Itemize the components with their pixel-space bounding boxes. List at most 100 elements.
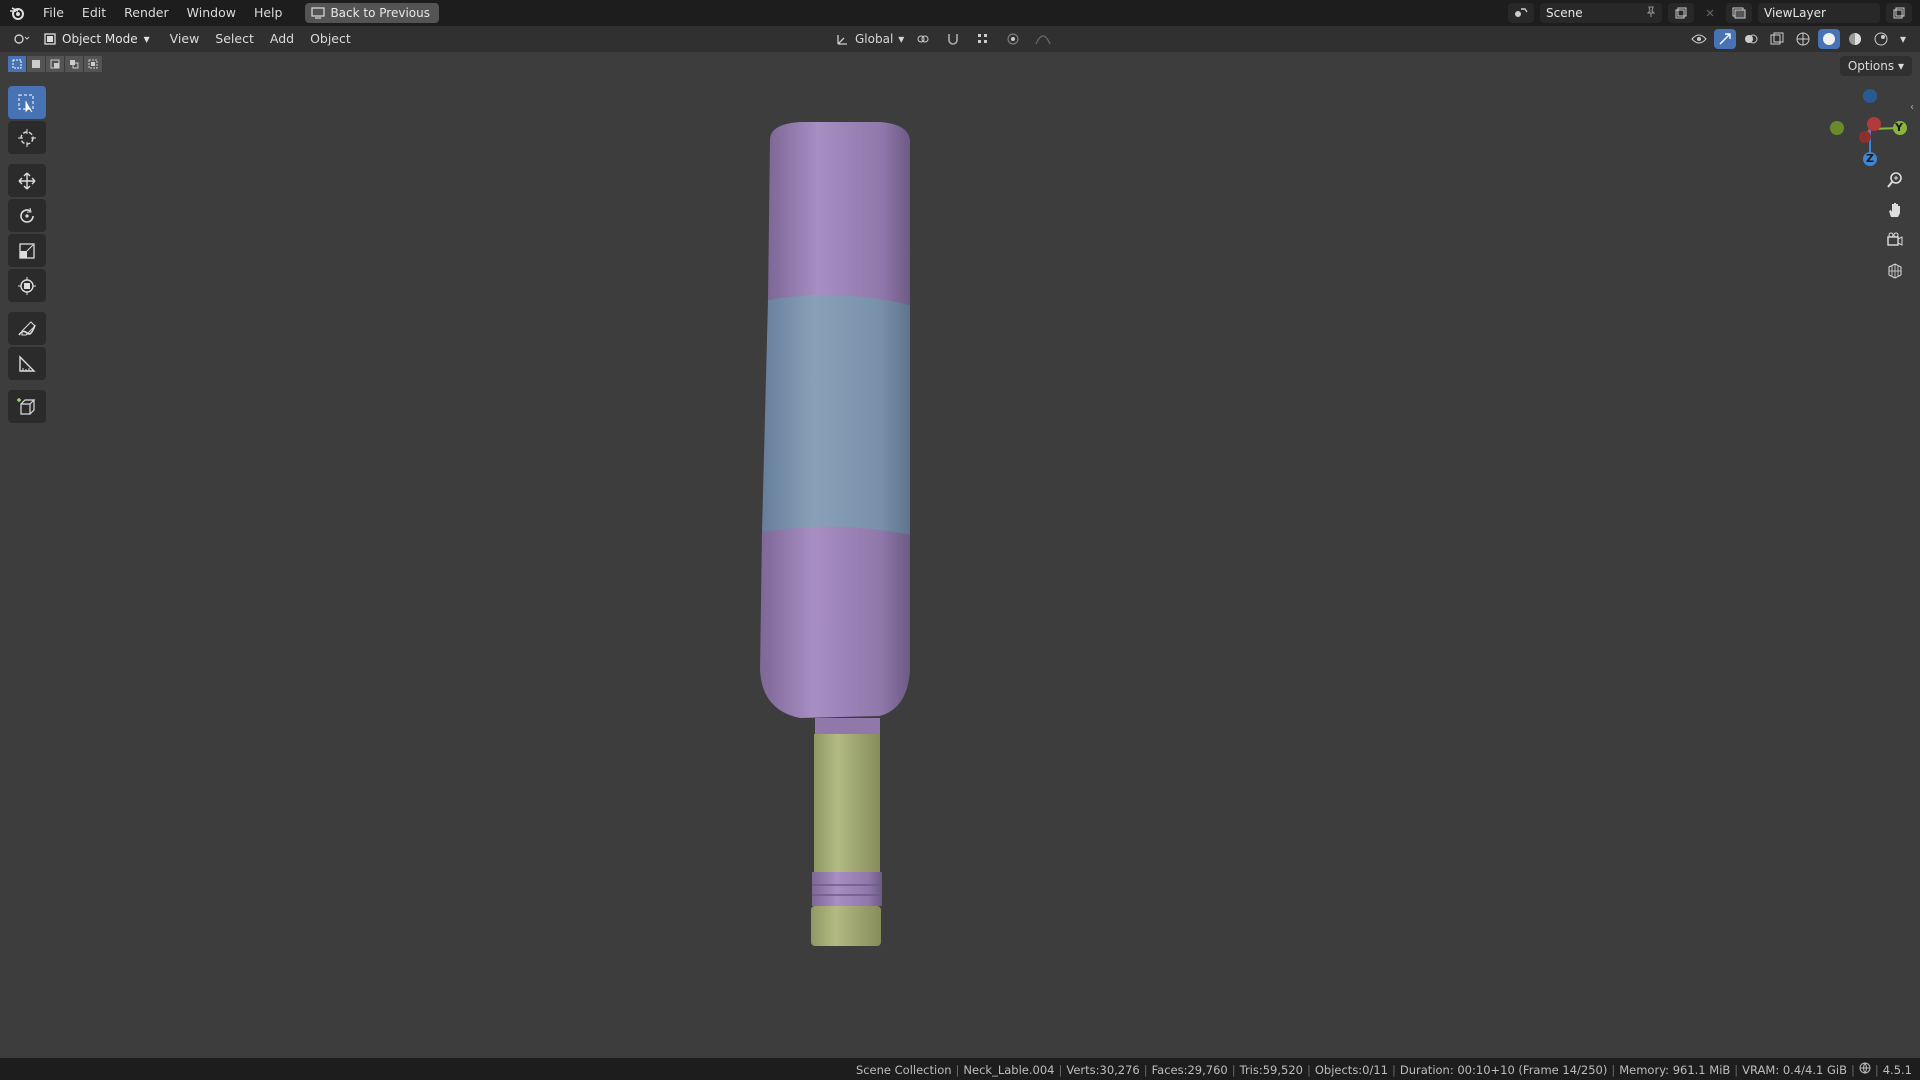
mode-label: Object Mode <box>62 32 138 46</box>
bottle-3d-object[interactable] <box>740 110 960 970</box>
viewlayer-field[interactable]: ViewLayer <box>1758 3 1880 23</box>
annotate-icon[interactable] <box>8 312 46 345</box>
axis-y-label: Y <box>1895 121 1903 134</box>
rotate-icon[interactable] <box>8 199 46 232</box>
select-box-icon[interactable] <box>8 86 46 119</box>
select-invert-icon[interactable] <box>65 56 84 72</box>
menu-render[interactable]: Render <box>115 0 178 26</box>
snap-toggle-icon[interactable] <box>942 29 964 49</box>
navigation-gizmo[interactable]: Y Z <box>1820 84 1910 174</box>
menu-file[interactable]: File <box>34 0 73 26</box>
zoom-icon[interactable] <box>1882 168 1908 192</box>
wireframe-shading-icon[interactable] <box>1792 29 1814 49</box>
proportional-editing-icon[interactable] <box>1002 29 1024 49</box>
status-objects: Objects:0/11 <box>1314 1062 1389 1077</box>
back-to-previous-button[interactable]: Back to Previous <box>305 3 439 23</box>
viewport-nav-buttons <box>1882 168 1908 282</box>
select-intersect-icon[interactable] <box>84 56 103 72</box>
back-to-previous-label: Back to Previous <box>330 6 430 20</box>
bottle-tip <box>811 906 881 946</box>
ortho-grid-icon[interactable] <box>1882 258 1908 282</box>
status-bar: Scene Collection | Neck_Lable.004 | Verts:30… <box>0 1058 1920 1080</box>
falloff-icon[interactable] <box>1032 29 1054 49</box>
material-shading-icon[interactable] <box>1844 29 1866 49</box>
pivot-point-icon[interactable] <box>912 29 934 49</box>
status-vram: VRAM: 0.4/4.1 GiB <box>1742 1062 1847 1077</box>
header-menu-view[interactable]: View <box>162 29 208 49</box>
selection-mode-group <box>8 56 103 72</box>
camera-view-icon[interactable] <box>1882 228 1908 252</box>
menu-help[interactable]: Help <box>245 0 292 26</box>
header-menu-select[interactable]: Select <box>207 29 262 49</box>
status-faces: Faces:29,760 <box>1151 1062 1228 1077</box>
header-menu-object[interactable]: Object <box>302 29 359 49</box>
status-tris: Tris:59,520 <box>1239 1062 1303 1077</box>
status-duration: Duration: 00:10+10 (Frame 14/250) <box>1399 1062 1608 1077</box>
move-icon[interactable] <box>8 164 46 197</box>
status-verts: Verts:30,276 <box>1066 1062 1140 1077</box>
cursor-icon[interactable] <box>8 121 46 154</box>
new-viewlayer-icon[interactable] <box>1886 3 1912 23</box>
overlays-icon[interactable] <box>1740 29 1762 49</box>
status-version: 4.5.1 <box>1882 1062 1912 1077</box>
status-text: Scene Collection | Neck_Lable.004 | Verts:30… <box>855 1062 1912 1077</box>
sidebar-toggle-chevron-icon[interactable]: ‹ <box>1910 102 1914 113</box>
chevron-down-icon: ▾ <box>898 32 905 46</box>
bottle-neck-ring <box>815 718 880 736</box>
scene-name: Scene <box>1546 6 1583 20</box>
topbar-right: Scene ViewLayer <box>1508 3 1912 23</box>
show-gizmo-icon[interactable] <box>1714 29 1736 49</box>
viewport-header: Object Mode ▾ View Select Add Object Glo… <box>0 26 1920 52</box>
scale-icon[interactable] <box>8 234 46 267</box>
new-scene-icon[interactable] <box>1668 3 1694 23</box>
bottle-body-section <box>760 526 910 718</box>
snap-increment-icon[interactable] <box>972 29 994 49</box>
shading-options-chevron-icon[interactable]: ▾ <box>1896 29 1910 49</box>
viewlayer-name: ViewLayer <box>1764 6 1826 20</box>
chevron-down-icon: ▾ <box>143 32 150 46</box>
menu-window[interactable]: Window <box>178 0 245 26</box>
hand-pan-icon[interactable] <box>1882 198 1908 222</box>
viewlayer-browse-icon[interactable] <box>1726 3 1752 23</box>
top-menu-bar: File Edit Render Window Help Back to Pre… <box>0 0 1920 26</box>
axis-z-label: Z <box>1866 152 1874 165</box>
screen-icon <box>311 7 326 19</box>
mode-select[interactable]: Object Mode ▾ <box>38 29 156 49</box>
transform-orientation-select[interactable]: Global ▾ <box>836 32 904 46</box>
bottle-label-section <box>762 295 910 535</box>
editor-type-icon[interactable] <box>10 29 32 49</box>
status-collection: Scene Collection <box>855 1062 952 1077</box>
options-button[interactable]: Options ▾ <box>1839 56 1912 76</box>
options-label: Options <box>1847 59 1895 73</box>
transform-orientation-label: Global <box>855 32 894 46</box>
select-new-icon[interactable] <box>8 56 27 72</box>
solid-shading-icon[interactable] <box>1818 29 1840 49</box>
select-subtract-icon[interactable] <box>46 56 65 72</box>
delete-scene-icon[interactable] <box>1700 3 1720 23</box>
transform-icon[interactable] <box>8 269 46 302</box>
network-icon[interactable] <box>1859 1062 1871 1077</box>
orientation-icon <box>837 35 847 45</box>
rendered-shading-icon[interactable] <box>1870 29 1892 49</box>
measure-icon[interactable] <box>8 347 46 380</box>
menu-edit[interactable]: Edit <box>73 0 115 26</box>
visibility-icon[interactable] <box>1688 29 1710 49</box>
bottle-neck-label <box>814 734 880 874</box>
pin-icon[interactable] <box>1646 6 1656 21</box>
header-center-tools: Global ▾ <box>836 29 1054 49</box>
select-extend-icon[interactable] <box>27 56 46 72</box>
object-mode-icon <box>44 33 56 45</box>
add-cube-icon[interactable] <box>8 390 46 423</box>
chevron-down-icon: ▾ <box>1897 59 1904 73</box>
blender-logo-icon[interactable] <box>0 5 34 21</box>
scene-browse-icon[interactable] <box>1508 3 1534 23</box>
xray-icon[interactable] <box>1766 29 1788 49</box>
status-object: Neck_Lable.004 <box>963 1062 1055 1077</box>
bottle-top-section <box>768 122 910 305</box>
status-memory: Memory: 961.1 MiB <box>1619 1062 1731 1077</box>
header-menu-add[interactable]: Add <box>262 29 302 49</box>
bottle-tip-ring <box>812 872 882 906</box>
scene-field[interactable]: Scene <box>1540 3 1662 23</box>
header-right-tools: ▾ <box>1688 29 1910 49</box>
left-toolbar <box>8 86 46 423</box>
